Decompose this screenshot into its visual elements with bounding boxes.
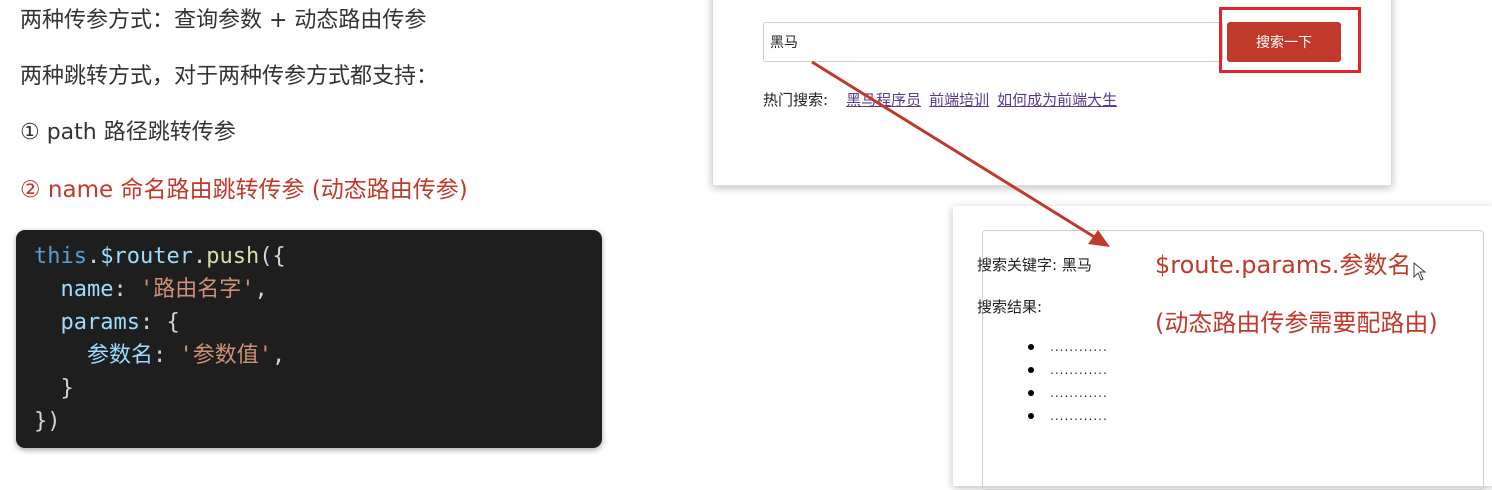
arrow-line — [811, 60, 1097, 240]
arrowhead-icon — [1088, 230, 1110, 247]
mouse-cursor-icon — [1413, 262, 1427, 281]
arrow-graphic — [811, 60, 1110, 247]
